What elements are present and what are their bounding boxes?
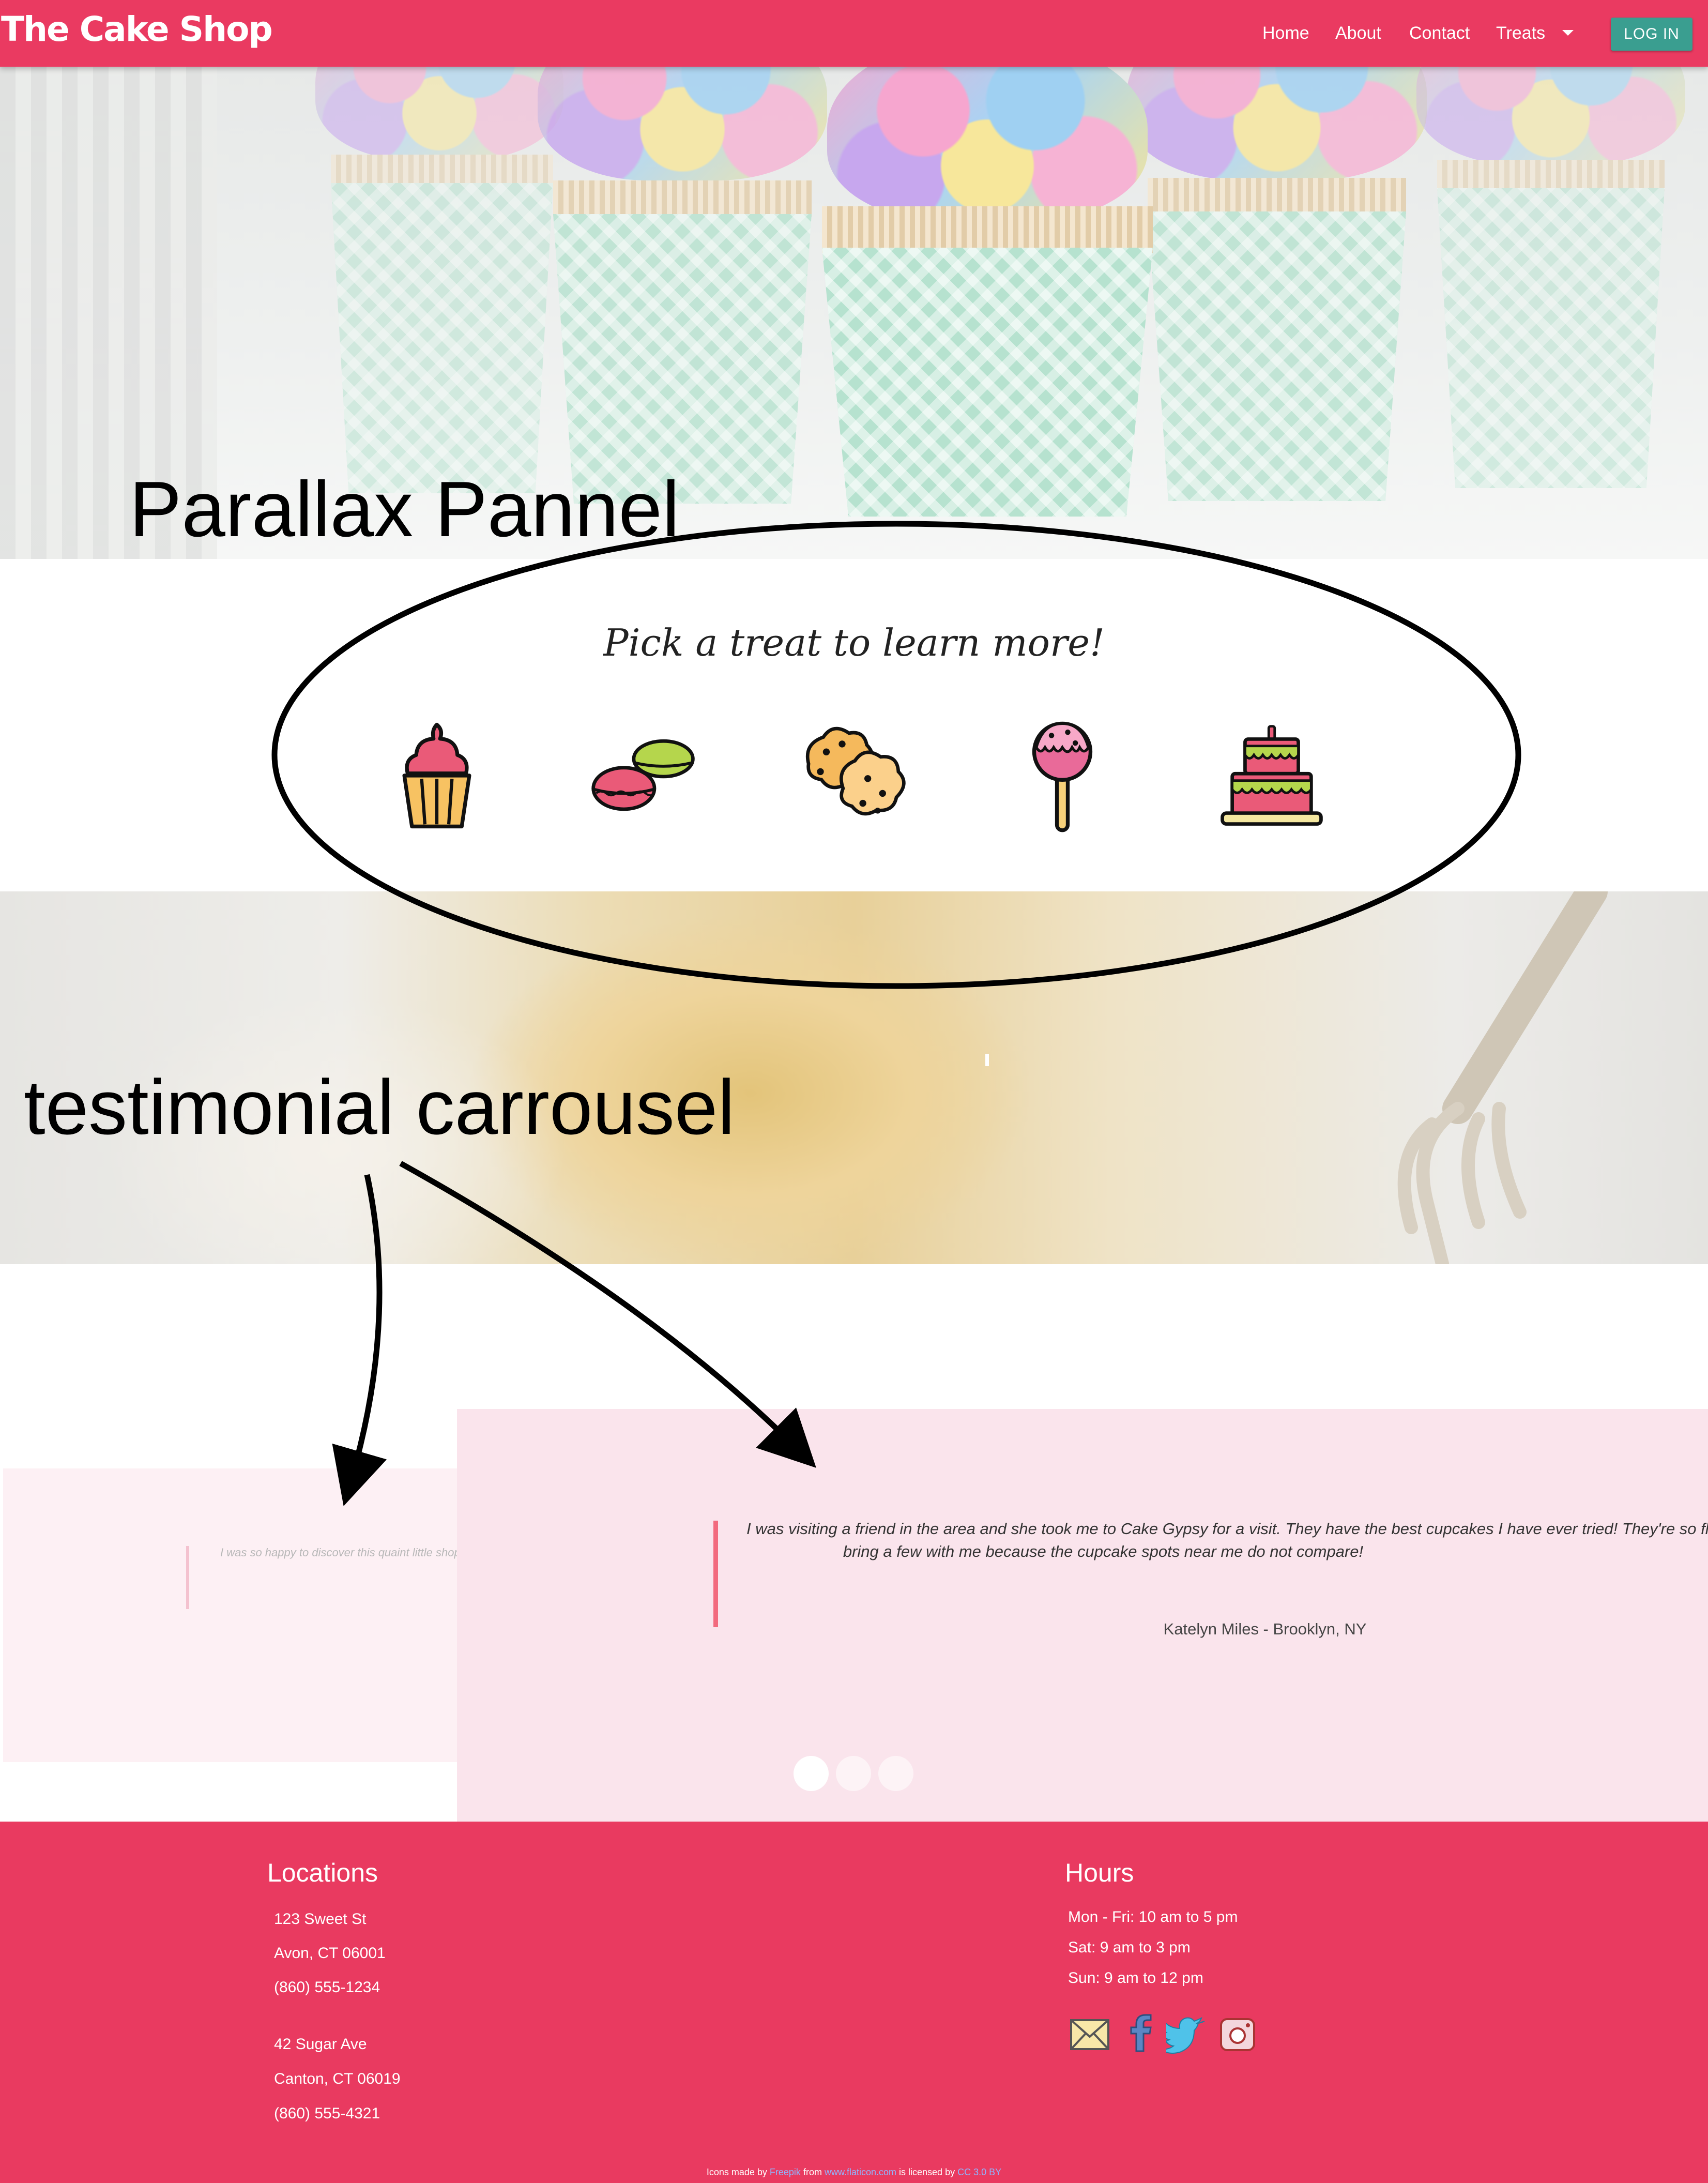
- testimonial-quote-line: I was visiting a friend in the area and …: [746, 1520, 1708, 1538]
- quote-bar: [713, 1521, 718, 1627]
- testimonial-slide-active[interactable]: I was visiting a friend in the area and …: [457, 1409, 1708, 1822]
- hero-cupcake-center: [806, 67, 1168, 532]
- instagram-icon[interactable]: [1217, 2013, 1258, 2054]
- testimonial-carousel: I was so happy to discover this quaint l…: [0, 1264, 1708, 1822]
- carousel-dot[interactable]: [836, 1756, 871, 1791]
- testimonial-author: Katelyn Miles - Brooklyn, NY: [1163, 1620, 1367, 1638]
- nav-treats-link[interactable]: Treats: [1496, 23, 1545, 43]
- annotation-parallax: Parallax Pannel: [129, 465, 680, 553]
- layer-cake-icon[interactable]: [1217, 719, 1326, 833]
- locations-heading: Locations: [267, 1858, 378, 1887]
- credit-site-link[interactable]: www.flaticon.com: [825, 2167, 896, 2177]
- location1-phone[interactable]: (860) 555-1234: [274, 1979, 380, 1996]
- hero-cupcake: [538, 67, 827, 511]
- treats-section: Pick a treat to learn more!: [0, 559, 1708, 891]
- testimonial-slide-previous[interactable]: I was so happy to discover this quaint l…: [3, 1468, 461, 1762]
- location1-street: 123 Sweet St: [274, 1911, 367, 1928]
- hero-cupcake: [1127, 67, 1427, 511]
- credit-license-link[interactable]: CC 3.0 BY: [957, 2167, 1001, 2177]
- cookie-icon[interactable]: [799, 719, 907, 833]
- twitter-icon[interactable]: [1166, 2013, 1208, 2054]
- cake-pop-icon[interactable]: [1008, 719, 1117, 833]
- location1-city: Avon, CT 06001: [274, 1945, 386, 1962]
- hours-weekday: Mon - Fri: 10 am to 5 pm: [1068, 1908, 1238, 1926]
- white-marker: [985, 1054, 989, 1066]
- nav-home-link[interactable]: Home: [1262, 23, 1309, 43]
- annotation-testimonial: testimonial carrousel: [24, 1064, 735, 1150]
- location2-phone[interactable]: (860) 555-4321: [274, 2105, 380, 2123]
- macaron-icon[interactable]: [589, 719, 698, 833]
- testimonial-quote: I was visiting a friend in the area and …: [746, 1518, 1708, 1563]
- treats-heading: Pick a treat to learn more!: [603, 621, 1105, 664]
- brand-logo[interactable]: The Cake Shop: [1, 9, 273, 49]
- quote-bar: [186, 1546, 189, 1609]
- testimonial-quote: I was so happy to discover this quaint l…: [220, 1546, 461, 1559]
- facebook-icon[interactable]: [1120, 2013, 1161, 2054]
- icon-credit: Icons made by Freepik from www.flaticon.…: [0, 2167, 1708, 2178]
- credit-text: Icons made by: [706, 2167, 767, 2177]
- email-icon[interactable]: [1069, 2013, 1110, 2054]
- credit-text: from: [803, 2167, 822, 2177]
- nav-contact-link[interactable]: Contact: [1409, 23, 1470, 43]
- testimonial-quote-line: bring a few with me because the cupcake …: [843, 1542, 1364, 1560]
- footer: Locations 123 Sweet St Avon, CT 06001 (8…: [0, 1822, 1708, 2183]
- credit-author-link[interactable]: Freepik: [770, 2167, 801, 2177]
- carousel-dot[interactable]: [878, 1756, 913, 1791]
- hours-saturday: Sat: 9 am to 3 pm: [1068, 1939, 1191, 1956]
- navbar: The Cake Shop Home About Contact Treats …: [0, 0, 1708, 67]
- cupcake-icon[interactable]: [383, 719, 491, 833]
- login-button[interactable]: LOG IN: [1611, 18, 1692, 51]
- carousel-dot[interactable]: [794, 1756, 829, 1791]
- location2-city: Canton, CT 06019: [274, 2070, 401, 2087]
- credit-text: is licensed by: [899, 2167, 955, 2177]
- hours-heading: Hours: [1065, 1858, 1134, 1887]
- nav-about-link[interactable]: About: [1335, 23, 1381, 43]
- hero-cupcake: [1416, 67, 1685, 511]
- carousel-indicators: [794, 1756, 913, 1791]
- hours-sunday: Sun: 9 am to 12 pm: [1068, 1969, 1203, 1987]
- fork-image: [1397, 891, 1608, 1264]
- chevron-down-icon[interactable]: [1562, 30, 1574, 36]
- location2-street: 42 Sugar Ave: [274, 2036, 367, 2053]
